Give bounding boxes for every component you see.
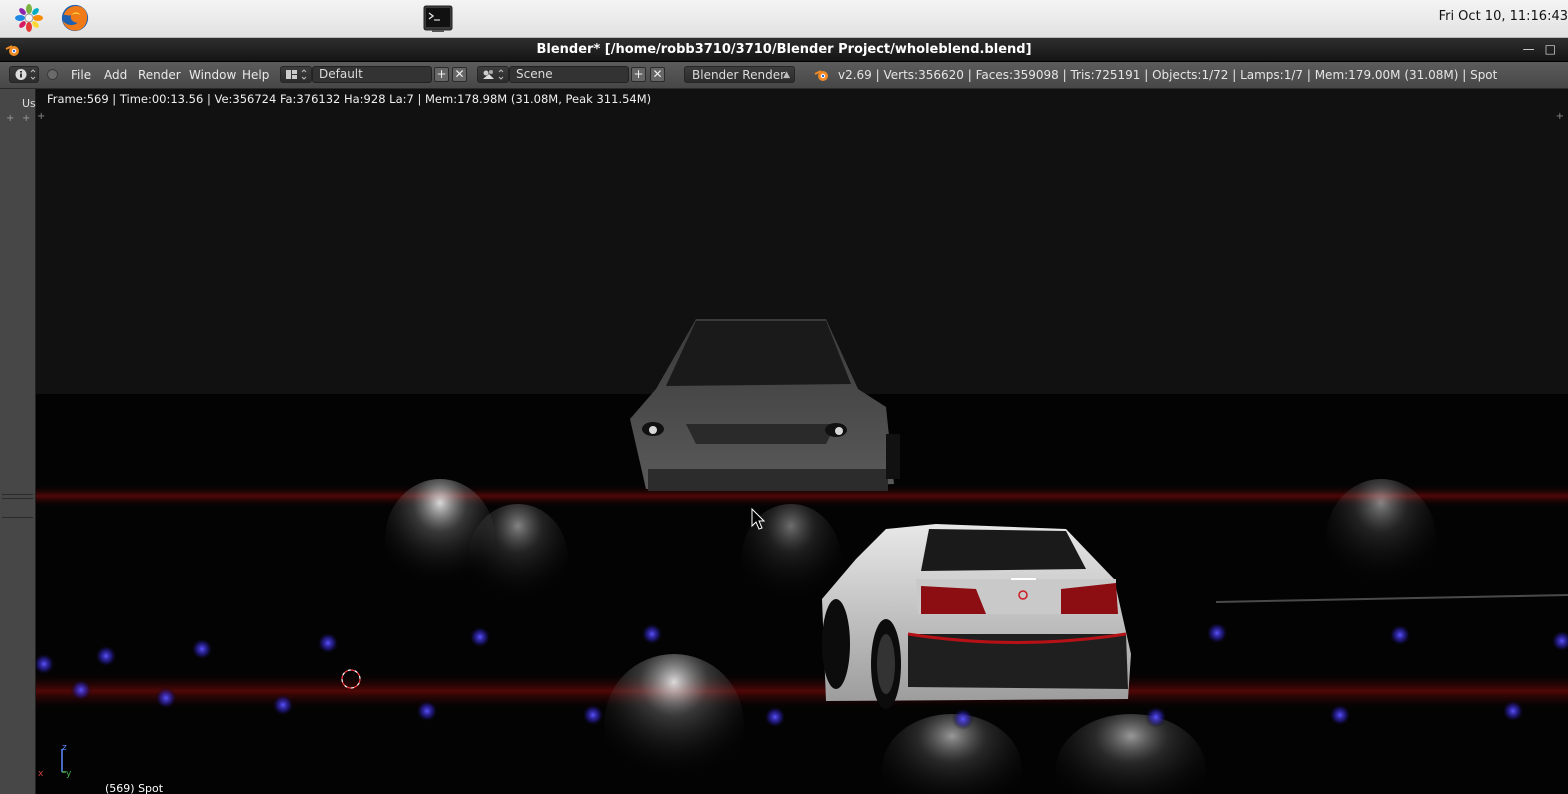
menu-window[interactable]: Window [189,68,236,82]
add-layout-button[interactable]: + [434,67,449,82]
system-taskbar: Fri Oct 10, 11:16:43 [0,0,1568,38]
area-split-icon[interactable]: + [1556,111,1564,122]
panel-divider [2,517,33,518]
editor-type-selector[interactable] [9,66,39,83]
info-header: File Add Render Window Help Default + ✕ … [0,62,1568,89]
tool-shelf-tab[interactable]: Us [22,97,36,110]
clock[interactable]: Fri Oct 10, 11:16:43 [1439,9,1568,24]
info-icon [15,69,36,80]
panel-divider [2,494,33,495]
screen-layout-icon [286,69,307,80]
collapse-menus-icon[interactable] [47,69,58,80]
blender-logo-icon [814,70,828,81]
3d-viewport[interactable]: z x z y Frame:569 | Time:00:13.56 | Ve:3… [36,89,1568,794]
area-split-icon[interactable]: + [22,113,30,124]
tool-shelf-strip[interactable]: Us + + [0,89,36,794]
menu-file[interactable]: File [71,68,91,82]
menu-help[interactable]: Help [242,68,269,82]
render-info-text: Frame:569 | Time:00:13.56 | Ve:356724 Fa… [47,92,652,106]
rendered-scene[interactable]: z x z y [36,89,1568,794]
white-car-model [822,524,1131,709]
area-split-icon[interactable]: + [37,111,45,122]
window-controls: —□ [1523,38,1566,61]
maximize-button[interactable]: □ [1545,42,1566,56]
axis-label-y: y [66,769,72,779]
area-split-icon[interactable]: + [6,113,14,124]
blender-logo-icon [5,45,19,56]
layout-name-field[interactable]: Default [312,66,432,83]
delete-layout-button[interactable]: ✕ [452,67,467,82]
delete-scene-button[interactable]: ✕ [650,67,665,82]
panel-divider [2,498,33,499]
axis-label-z2: z [62,743,67,753]
window-title: Blender* [/home/robb3710/3710/Blender Pr… [536,42,1032,57]
scene-browse-button[interactable] [477,66,509,83]
scene-icon [483,69,504,80]
render-engine-label: Blender Render [692,68,786,82]
render-engine-dropdown[interactable]: Blender Render ▲ [684,66,795,83]
minimize-button[interactable]: — [1523,42,1545,56]
window-titlebar[interactable]: Blender* [/home/robb3710/3710/Blender Pr… [0,38,1568,61]
firefox-icon[interactable] [60,3,90,33]
axis-label-x: x [38,769,44,779]
scene-name-field[interactable]: Scene [509,66,629,83]
updown-arrows-icon: ▲ [783,70,790,80]
menu-render[interactable]: Render [138,68,181,82]
add-scene-button[interactable]: + [631,67,646,82]
terminal-icon[interactable] [423,4,453,34]
active-object-label: (569) Spot [105,782,164,794]
menu-add[interactable]: Add [104,68,127,82]
scene-statistics: v2.69 | Verts:356620 | Faces:359098 | Tr… [838,68,1498,82]
applications-menu-icon[interactable] [14,3,44,33]
layout-browse-button[interactable] [280,66,312,83]
